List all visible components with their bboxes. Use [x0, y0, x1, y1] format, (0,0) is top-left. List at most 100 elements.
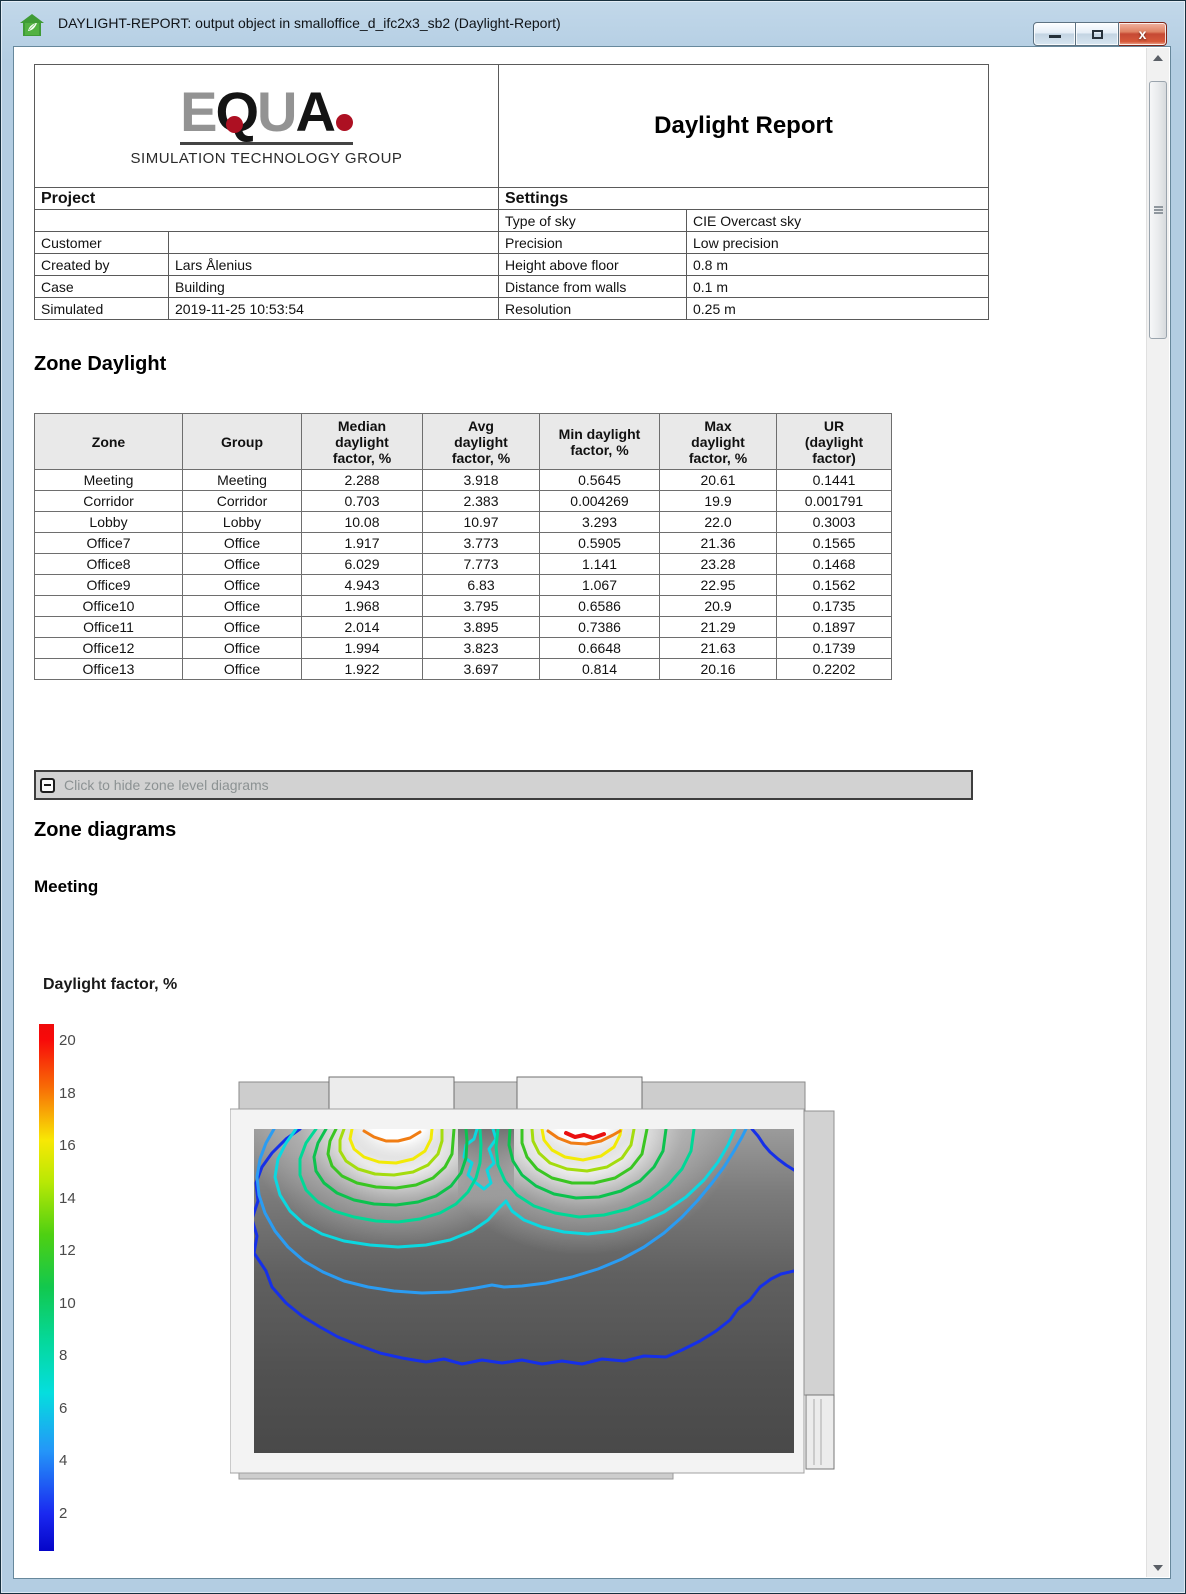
window-opening-right — [516, 1076, 643, 1114]
table-cell: 20.61 — [659, 469, 777, 491]
right-wall-band — [803, 1110, 835, 1396]
settings-row: Type of sky CIE Overcast sky — [498, 209, 989, 232]
scroll-down-button[interactable] — [1147, 1557, 1170, 1577]
settings-row: Height above floor 0.8 m — [498, 253, 989, 276]
table-cell: Lars Ålenius — [168, 253, 499, 276]
table-cell: 19.9 — [659, 490, 777, 512]
table-cell: Office — [182, 637, 302, 659]
table-cell: 23.28 — [659, 553, 777, 575]
table-cell: 0.1565 — [776, 532, 892, 554]
table-cell: 0.6648 — [539, 637, 660, 659]
zone-column-header: Group — [182, 413, 302, 470]
logo-letter: E — [180, 79, 217, 143]
table-cell: Created by — [34, 253, 169, 276]
legend-tick-label: 8 — [59, 1347, 68, 1364]
table-cell: 2.383 — [422, 490, 540, 512]
zone-column-header: Median daylight factor, % — [301, 413, 423, 470]
table-cell: 6.83 — [422, 574, 540, 596]
zone-row: Office10 Office 1.968 3.795 0.6586 20.9 0.1735 — [34, 595, 892, 617]
table-cell: Type of sky — [498, 209, 687, 232]
table-cell: 3.293 — [539, 511, 660, 533]
zone-daylight-table: Zone Group Median daylight factor, % Avg da… — [34, 413, 892, 680]
table-cell: 0.001791 — [776, 490, 892, 512]
table-cell: Office9 — [34, 574, 183, 596]
scroll-up-icon — [1153, 55, 1163, 61]
zone-name-heading: Meeting — [34, 877, 99, 896]
table-cell: 10.08 — [301, 511, 423, 533]
table-cell: Office — [182, 658, 302, 680]
table-cell: 2.288 — [301, 469, 423, 491]
table-cell: 0.004269 — [539, 490, 660, 512]
table-cell: Office — [182, 574, 302, 596]
close-icon: x — [1138, 26, 1147, 42]
table-cell: 21.29 — [659, 616, 777, 638]
toggle-zone-diagrams-bar[interactable]: Click to hide zone level diagrams — [34, 770, 973, 800]
legend-tick-label: 18 — [59, 1085, 76, 1102]
table-cell: Lobby — [34, 511, 183, 533]
title-bar[interactable]: DAYLIGHT-REPORT: output object in smallo… — [1, 1, 1185, 46]
maximize-button[interactable] — [1076, 22, 1119, 46]
legend-tick-label: 10 — [59, 1295, 76, 1312]
table-cell: 1.917 — [301, 532, 423, 554]
scroll-up-button[interactable] — [1147, 48, 1170, 68]
table-cell: 0.1739 — [776, 637, 892, 659]
logo-letter: U — [257, 79, 297, 143]
table-cell: 1.141 — [539, 553, 660, 575]
zone-row: Office9 Office 4.943 6.83 1.067 22.95 0.1562 — [34, 574, 892, 596]
close-button[interactable]: x — [1119, 22, 1167, 46]
table-cell: 1.922 — [301, 658, 423, 680]
maximize-icon — [1092, 30, 1103, 39]
table-cell: 0.1441 — [776, 469, 892, 491]
legend-tick-label: 2 — [59, 1505, 68, 1522]
table-cell: 22.0 — [659, 511, 777, 533]
logo-subtitle: SIMULATION TECHNOLOGY GROUP — [130, 149, 403, 167]
table-cell: 6.029 — [301, 553, 423, 575]
project-table: EQ UA SIMULATION TECHNOLOGY GROUP Project… — [34, 64, 499, 320]
legend-tick-labels: 20 18 16 14 12 10 8 6 4 2 — [59, 1024, 99, 1551]
table-cell: Height above floor — [498, 253, 687, 276]
table-cell: 0.703 — [301, 490, 423, 512]
report-title: Daylight Report — [654, 112, 833, 139]
table-cell: 0.1562 — [776, 574, 892, 596]
table-cell: Corridor — [34, 490, 183, 512]
zone-row: Office12 Office 1.994 3.823 0.6648 21.63 0.173… — [34, 637, 892, 659]
table-cell: 20.16 — [659, 658, 777, 680]
table-cell: Office13 — [34, 658, 183, 680]
vertical-scrollbar[interactable] — [1146, 48, 1169, 1577]
zone-row: Meeting Meeting 2.288 3.918 0.5645 20.61 0.144… — [34, 469, 892, 491]
table-cell: Office — [182, 595, 302, 617]
table-cell: 22.95 — [659, 574, 777, 596]
legend-tick-label: 16 — [59, 1137, 76, 1154]
door-right — [805, 1394, 835, 1470]
table-cell: Lobby — [182, 511, 302, 533]
zone-column-header: Avg daylight factor, % — [422, 413, 540, 470]
table-cell: 0.5905 — [539, 532, 660, 554]
table-cell: Office8 — [34, 553, 183, 575]
table-cell: 0.7386 — [539, 616, 660, 638]
zone-diagrams-heading: Zone diagrams — [34, 819, 177, 841]
logo-red-dot — [226, 115, 244, 133]
table-cell: 3.795 — [422, 595, 540, 617]
zone-column-header: UR (daylight factor) — [776, 413, 892, 470]
settings-header: Settings — [498, 187, 989, 210]
table-cell: 0.1468 — [776, 553, 892, 575]
table-cell: 0.6586 — [539, 595, 660, 617]
minimize-button[interactable] — [1033, 22, 1076, 46]
table-cell: 3.823 — [422, 637, 540, 659]
table-cell: Precision — [498, 231, 687, 254]
legend-tick-label: 6 — [59, 1400, 68, 1417]
table-cell: Office12 — [34, 637, 183, 659]
legend-title: Daylight factor, % — [43, 976, 178, 993]
table-cell: Office11 — [34, 616, 183, 638]
scrollbar-thumb[interactable] — [1149, 81, 1167, 339]
logo-letter: Q — [215, 79, 259, 143]
table-cell: Distance from walls — [498, 275, 687, 298]
scrollbar-grip-icon — [1154, 206, 1163, 208]
logo-period-dot — [335, 113, 353, 131]
table-cell: CIE Overcast sky — [686, 209, 989, 232]
table-cell — [34, 209, 499, 232]
scroll-down-icon — [1153, 1565, 1163, 1571]
window-opening-left — [328, 1076, 455, 1114]
table-cell: Building — [168, 275, 499, 298]
table-cell: 0.814 — [539, 658, 660, 680]
